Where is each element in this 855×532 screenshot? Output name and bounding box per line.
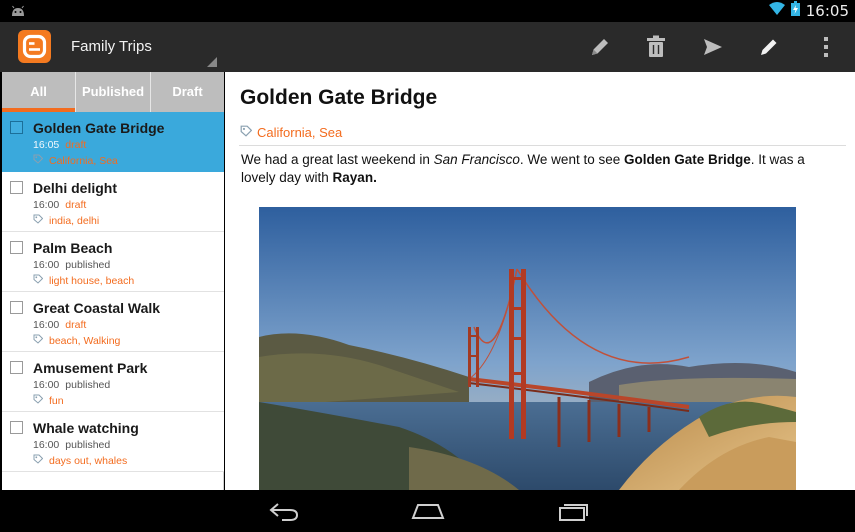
post-status: published — [65, 259, 111, 271]
post-checkbox[interactable] — [10, 421, 23, 434]
tab-published[interactable]: Published — [75, 72, 150, 112]
post-tags: California, Sea — [33, 154, 118, 167]
tab-draft[interactable]: Draft — [150, 72, 224, 112]
post-tags-text: California, Sea — [49, 154, 118, 167]
tab-all[interactable]: All — [2, 72, 75, 112]
post-tags-text: beach, Walking — [49, 334, 121, 347]
post-row[interactable]: Amusement Park 16:00 published fun — [2, 352, 224, 412]
post-row[interactable]: Palm Beach 16:00 published light house, b… — [2, 232, 224, 292]
tag-icon — [33, 154, 44, 167]
tag-icon — [33, 394, 44, 407]
post-time: 16:00 — [33, 199, 60, 211]
battery-charging-icon — [790, 1, 800, 21]
post-checkbox[interactable] — [10, 181, 23, 194]
post-time: 16:05 — [33, 139, 60, 151]
tag-icon — [33, 274, 44, 287]
post-tags: india, delhi — [33, 214, 99, 227]
post-title: Delhi delight — [33, 180, 117, 196]
post-time: 16:00 — [33, 259, 60, 271]
post-tags-text: india, delhi — [49, 214, 100, 227]
post-checkbox[interactable] — [10, 241, 23, 254]
post-meta: 16:00 published — [33, 379, 110, 391]
post-title: Palm Beach — [33, 240, 113, 256]
post-time: 16:00 — [33, 439, 60, 451]
post-labels-text: California, Sea — [257, 125, 343, 140]
back-icon[interactable] — [268, 500, 300, 527]
post-body: We had a great last weekend in San Franc… — [241, 151, 831, 187]
post-meta: 16:05 draft — [33, 139, 86, 151]
post-labels: California, Sea — [240, 125, 342, 140]
post-row[interactable]: Delhi delight 16:00 draft india, delhi — [2, 172, 224, 232]
overflow-menu-icon[interactable] — [811, 32, 841, 62]
post-tags: beach, Walking — [33, 334, 120, 347]
post-tags: fun — [33, 394, 64, 407]
post-status: draft — [65, 139, 87, 151]
dropdown-triangle-icon[interactable] — [207, 57, 217, 67]
status-clock: 16:05 — [805, 2, 849, 20]
post-row[interactable]: Whale watching 16:00 published days out, … — [2, 412, 224, 472]
post-tags-text: fun — [49, 394, 64, 407]
body-person: Rayan. — [332, 170, 377, 185]
home-icon[interactable] — [411, 500, 445, 527]
blogger-icon[interactable] — [18, 30, 51, 63]
post-status: published — [65, 439, 111, 451]
post-tags: days out, whales — [33, 454, 127, 467]
post-meta: 16:00 draft — [33, 319, 86, 331]
post-title: Whale watching — [33, 420, 139, 436]
post-photo — [259, 207, 796, 490]
tag-icon — [33, 334, 44, 347]
post-title: Golden Gate Bridge — [33, 120, 165, 136]
post-list: Golden Gate Bridge 16:05 draft California… — [2, 112, 224, 472]
post-checkbox[interactable] — [10, 361, 23, 374]
body-landmark: Golden Gate Bridge — [623, 152, 751, 167]
android-debug-icon — [10, 4, 26, 22]
post-tags: light house, beach — [33, 274, 134, 287]
post-row[interactable]: Great Coastal Walk 16:00 draft beach, Wal… — [2, 292, 224, 352]
post-meta: 16:00 draft — [33, 199, 86, 211]
post-preview-panel: Golden Gate Bridge California, Sea We ha… — [225, 72, 855, 490]
status-bar: 16:05 — [0, 0, 855, 22]
wifi-icon — [768, 2, 785, 20]
post-checkbox[interactable] — [10, 121, 23, 134]
post-list-panel: All Published Draft Golden Gate Bridge 1… — [2, 72, 224, 490]
new-post-icon[interactable] — [754, 32, 784, 62]
divider — [239, 145, 846, 146]
post-status: draft — [65, 319, 87, 331]
post-status: published — [65, 379, 111, 391]
post-meta: 16:00 published — [33, 439, 110, 451]
post-time: 16:00 — [33, 379, 60, 391]
post-title: Amusement Park — [33, 360, 148, 376]
navigation-bar — [0, 490, 855, 532]
body-place: San Francisco — [433, 152, 520, 167]
post-status: draft — [65, 199, 87, 211]
edit-icon[interactable] — [585, 32, 615, 62]
delete-icon[interactable] — [641, 32, 671, 62]
tag-icon — [33, 454, 44, 467]
post-tags-text: days out, whales — [49, 454, 128, 467]
recent-apps-icon[interactable] — [557, 500, 589, 527]
publish-icon[interactable] — [698, 32, 728, 62]
tag-icon — [33, 214, 44, 227]
post-row[interactable]: Golden Gate Bridge 16:05 draft California… — [2, 112, 224, 172]
filter-tabs: All Published Draft — [2, 72, 224, 112]
post-heading: Golden Gate Bridge — [240, 86, 438, 109]
body-text: We had a great last weekend in — [241, 152, 434, 167]
body-text: . We went to see — [519, 152, 624, 167]
post-tags-text: light house, beach — [49, 274, 135, 287]
post-meta: 16:00 published — [33, 259, 110, 271]
blog-selector-title[interactable]: Family Trips — [71, 38, 152, 55]
post-title: Great Coastal Walk — [33, 300, 161, 316]
post-checkbox[interactable] — [10, 301, 23, 314]
action-bar: Family Trips — [0, 22, 855, 72]
post-time: 16:00 — [33, 319, 60, 331]
tag-icon — [240, 125, 257, 140]
